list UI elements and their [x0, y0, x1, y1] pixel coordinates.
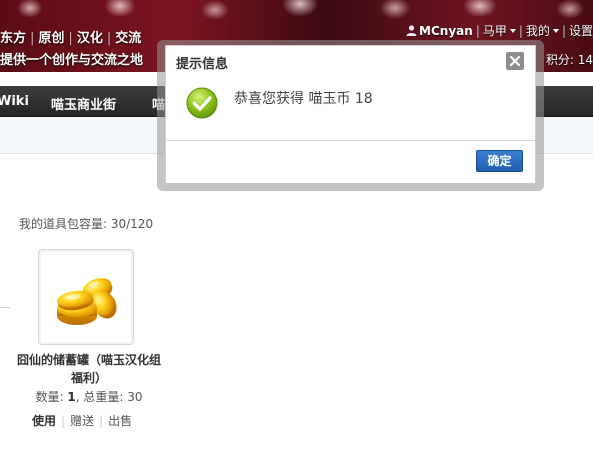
close-button[interactable] [506, 52, 524, 70]
divider [0, 307, 10, 308]
qty-value: 1 [67, 390, 76, 404]
user-group-dropdown[interactable]: 马甲 [483, 24, 516, 38]
item-card[interactable] [38, 249, 134, 345]
item-actions: 使用 | 赠送 | 出售 [32, 412, 132, 429]
gift-link[interactable]: 赠送 [70, 414, 94, 428]
user-icon [406, 25, 417, 36]
divider: | [518, 24, 523, 38]
user-bar: MCnyan | 马甲 | 我的 | 设置 [406, 22, 593, 38]
username-link[interactable]: MCnyan [419, 24, 473, 38]
nav-item-wiki[interactable]: Wiki [0, 94, 29, 109]
weight-label: , 总重量: 30 [75, 390, 143, 404]
divider: | [561, 24, 566, 38]
user-points[interactable]: 积分: 14 [546, 51, 593, 68]
gold-coins-icon [57, 278, 117, 325]
site-nav-link-community[interactable]: 交流 [115, 31, 141, 46]
user-group-label: 马甲 [482, 24, 507, 38]
divider: | [30, 31, 35, 46]
divider: | [68, 31, 73, 46]
item-name[interactable]: 囧仙的储蓄罐（喵玉汉化组福利） [14, 351, 164, 387]
site-nav: 东方 | 原创 | 汉化 | 交流 [0, 27, 141, 46]
bag-capacity: 我的道具包容量: 30/120 [19, 217, 154, 231]
notice-dialog: 提示信息 恭喜您获得 喵玉币 18 确定 [165, 45, 536, 183]
my-menu-dropdown[interactable]: 我的 [526, 24, 559, 38]
qty-label: 数量: [35, 390, 68, 404]
site-nav-link-touhou[interactable]: 东方 [0, 31, 26, 46]
close-icon [509, 55, 521, 67]
confirm-button[interactable]: 确定 [476, 150, 523, 172]
divider: | [61, 414, 66, 428]
success-check-icon [186, 87, 218, 119]
item-quantity: 数量: 1, 总重量: 30 [14, 388, 164, 405]
my-menu-label: 我的 [525, 24, 550, 38]
chevron-down-icon [509, 29, 516, 33]
sell-link[interactable]: 出售 [108, 414, 132, 428]
site-nav-link-original[interactable]: 原创 [38, 31, 64, 46]
dialog-footer: 确定 [166, 140, 535, 183]
dialog-message: 恭喜您获得 喵玉币 18 [234, 91, 373, 107]
site-slogan: 提供一个创作与交流之地 [0, 53, 144, 68]
site-nav-link-translation[interactable]: 汉化 [77, 31, 103, 46]
divider: | [475, 24, 480, 38]
settings-link[interactable]: 设置 [569, 24, 593, 38]
divider: | [99, 414, 104, 428]
divider: | [106, 31, 112, 46]
nav-item-shopping-street[interactable]: 喵玉商业街 [51, 94, 116, 113]
use-link[interactable]: 使用 [32, 414, 56, 428]
banner-artwork [0, 0, 593, 22]
dialog-title: 提示信息 [176, 57, 229, 72]
